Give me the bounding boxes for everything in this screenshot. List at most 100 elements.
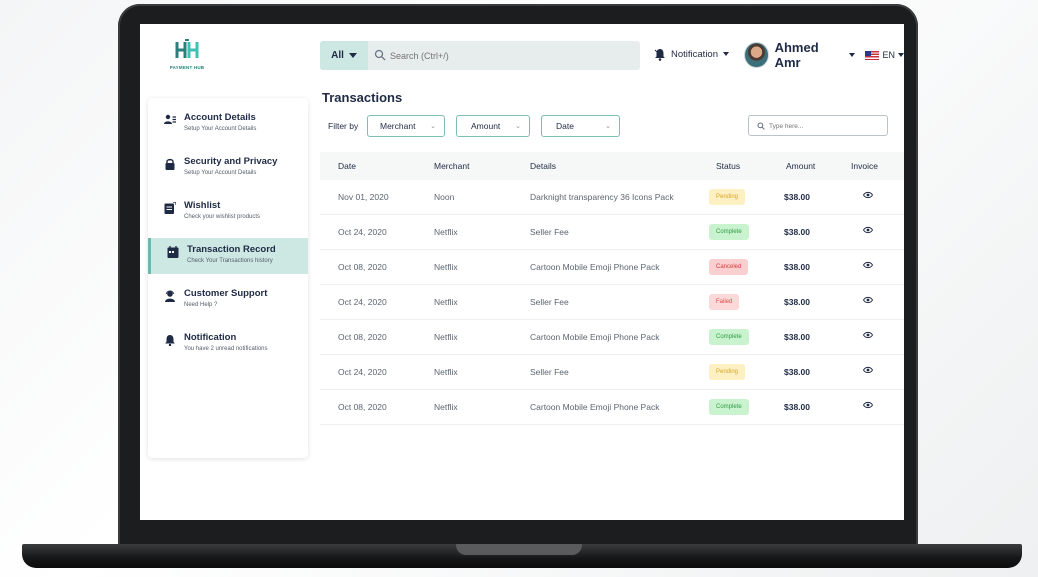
- table-row[interactable]: Oct 08, 2020 Netflix Cartoon Mobile Emoji …: [320, 250, 904, 285]
- cell-amount: $38.00: [784, 332, 810, 342]
- cell-date: Oct 24, 2020: [338, 227, 387, 237]
- logo[interactable]: PAYMENT HUB: [166, 38, 208, 74]
- amount-filter-dropdown[interactable]: Amount ⌄: [456, 115, 530, 137]
- sidebar: Account Details Setup Your Account Detai…: [148, 98, 308, 458]
- sidebar-item-subtitle: Setup Your Account Details: [184, 126, 257, 132]
- cell-amount: $38.00: [784, 227, 810, 237]
- bell-icon: [165, 335, 175, 346]
- status-badge: Complete: [709, 329, 749, 345]
- top-bar: PAYMENT HUB All Notification A: [140, 24, 904, 86]
- language-selector[interactable]: EN: [865, 50, 904, 60]
- search-icon: [757, 122, 765, 130]
- sidebar-item-transaction-record[interactable]: Transaction Record Check Your Transactio…: [148, 238, 308, 274]
- cell-details: Darknight transparency 36 Icons Pack: [530, 192, 674, 202]
- cell-merchant: Netflix: [434, 332, 458, 342]
- eye-icon[interactable]: [863, 401, 873, 409]
- sidebar-item-notification[interactable]: Notification You have 2 unread notificat…: [148, 326, 308, 362]
- search-scope-dropdown[interactable]: All: [320, 41, 368, 70]
- us-flag-icon: [865, 50, 880, 60]
- cell-amount: $38.00: [784, 367, 810, 377]
- user-name: Ahmed Amr: [774, 40, 819, 70]
- eye-icon[interactable]: [863, 331, 873, 339]
- cell-details: Cartoon Mobile Emoji Phone Pack: [530, 332, 660, 342]
- table-search-input[interactable]: [769, 119, 879, 133]
- column-header-date: Date: [338, 161, 356, 171]
- table-search-field[interactable]: [748, 115, 888, 136]
- cell-details: Cartoon Mobile Emoji Phone Pack: [530, 262, 660, 272]
- eye-icon[interactable]: [863, 366, 873, 374]
- chevron-down-icon: ⌄: [430, 123, 436, 130]
- cell-details: Cartoon Mobile Emoji Phone Pack: [530, 402, 660, 412]
- app-screen: PAYMENT HUB All Notification A: [140, 24, 904, 520]
- notification-label: Notification: [671, 48, 718, 60]
- table-row[interactable]: Oct 08, 2020 Netflix Cartoon Mobile Emoji …: [320, 320, 904, 355]
- column-header-amount: Amount: [786, 161, 816, 171]
- search-icon: [374, 49, 386, 61]
- search-input[interactable]: [390, 46, 630, 65]
- cell-merchant: Netflix: [434, 367, 458, 377]
- sidebar-item-subtitle: Check your wishlist products: [184, 214, 261, 220]
- wishlist-icon: [164, 202, 176, 214]
- sidebar-item-security[interactable]: Security and Privacy Setup Your Account …: [148, 150, 308, 186]
- cell-date: Oct 24, 2020: [338, 297, 387, 307]
- cell-date: Oct 24, 2020: [338, 367, 387, 377]
- status-badge: Complete: [709, 224, 749, 240]
- sidebar-item-title: Security and Privacy: [184, 156, 278, 167]
- page-title: Transactions: [322, 90, 403, 105]
- notification-menu[interactable]: Notification: [654, 44, 729, 64]
- status-badge: Pending: [709, 364, 746, 380]
- eye-icon[interactable]: [863, 226, 873, 234]
- sidebar-item-account-details[interactable]: Account Details Setup Your Account Detai…: [148, 106, 308, 142]
- chevron-down-icon: ⌄: [605, 123, 611, 130]
- sidebar-item-wishlist[interactable]: Wishlist Check your wishlist products: [148, 194, 308, 230]
- caret-down-icon: [898, 53, 904, 57]
- cell-amount: $38.00: [784, 402, 810, 412]
- merchant-filter-dropdown[interactable]: Merchant ⌄: [367, 115, 445, 137]
- cell-amount: $38.00: [784, 262, 810, 272]
- table-row[interactable]: Oct 24, 2020 Netflix Seller Fee Pending $38.…: [320, 355, 904, 390]
- logo-text: PAYMENT HUB: [169, 65, 205, 70]
- table-row[interactable]: Oct 08, 2020 Netflix Cartoon Mobile Emoji …: [320, 390, 904, 425]
- cell-details: Seller Fee: [530, 227, 569, 237]
- eye-icon[interactable]: [863, 296, 873, 304]
- cell-merchant: Netflix: [434, 262, 458, 272]
- chevron-down-icon: ⌄: [515, 123, 521, 130]
- language-label: EN: [882, 50, 895, 60]
- avatar: [744, 42, 769, 68]
- status-badge: Failed: [709, 294, 740, 310]
- table-row[interactable]: Oct 24, 2020 Netflix Seller Fee Complete $38…: [320, 215, 904, 250]
- column-header-merchant: Merchant: [434, 161, 470, 171]
- sidebar-item-subtitle: Need Help ?: [184, 302, 218, 308]
- filter-dropdown-label: Amount: [471, 121, 501, 131]
- table-row[interactable]: Nov 01, 2020 Noon Darknight transparency 3…: [320, 180, 904, 215]
- filter-dropdown-label: Merchant: [380, 121, 416, 131]
- search-scope-label: All: [331, 50, 344, 61]
- cell-merchant: Netflix: [434, 227, 458, 237]
- eye-icon[interactable]: [863, 191, 873, 199]
- filter-dropdown-label: Date: [556, 121, 574, 131]
- cell-date: Oct 08, 2020: [338, 402, 387, 412]
- cell-date: Nov 01, 2020: [338, 192, 389, 202]
- table-header: Date Merchant Details Status Amount Invo…: [320, 152, 904, 180]
- status-badge: Pending: [709, 189, 746, 205]
- column-header-details: Details: [530, 161, 556, 171]
- user-menu[interactable]: Ahmed Amr EN: [744, 40, 904, 70]
- table-row[interactable]: Oct 24, 2020 Netflix Seller Fee Failed $38.0…: [320, 285, 904, 320]
- calendar-icon: [167, 246, 179, 258]
- cell-merchant: Noon: [434, 192, 455, 202]
- cell-merchant: Netflix: [434, 297, 458, 307]
- sidebar-item-customer-support[interactable]: Customer Support Need Help ?: [148, 282, 308, 318]
- eye-icon[interactable]: [863, 261, 873, 269]
- payment-hub-logo-icon: [175, 39, 199, 58]
- sidebar-item-subtitle: You have 2 unread notifications: [184, 346, 268, 352]
- sidebar-item-subtitle: Check Your Transactions history: [187, 258, 273, 264]
- cell-amount: $38.00: [784, 297, 810, 307]
- cell-merchant: Netflix: [434, 402, 458, 412]
- user-list-icon: [164, 114, 176, 124]
- laptop-bezel: [140, 520, 904, 544]
- cell-date: Oct 08, 2020: [338, 262, 387, 272]
- column-header-status: Status: [716, 161, 741, 171]
- date-filter-dropdown[interactable]: Date ⌄: [541, 115, 620, 137]
- cell-amount: $38.00: [784, 192, 810, 202]
- support-agent-icon: [165, 290, 175, 302]
